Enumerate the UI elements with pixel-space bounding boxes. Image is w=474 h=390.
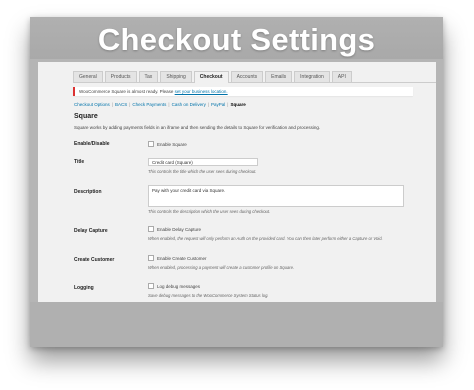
- tab-integration[interactable]: Integration: [294, 71, 330, 82]
- description-textarea[interactable]: Pay with your credit card via Square.: [148, 185, 404, 207]
- tab-accounts[interactable]: Accounts: [230, 71, 264, 82]
- enable-field: Enable Square: [148, 141, 187, 147]
- tab-api[interactable]: API: [331, 71, 352, 82]
- logging-field: Log debug messages: [148, 283, 200, 289]
- delay-hint: When enabled, the request will only perf…: [148, 236, 383, 241]
- subnav-bacs[interactable]: BACS: [115, 102, 127, 107]
- customer-label: Create Customer: [74, 257, 115, 263]
- section-title: Square: [74, 113, 98, 120]
- subnav-square: Square: [230, 102, 246, 107]
- title-input[interactable]: Credit card (Square): [148, 158, 258, 166]
- tab-shipping[interactable]: Shipping: [160, 71, 192, 82]
- description-label: Description: [74, 189, 102, 195]
- tab-tax[interactable]: Tax: [138, 71, 159, 82]
- delay-capture-checkbox[interactable]: [148, 226, 154, 232]
- description-hint: This controls the description which the …: [148, 209, 271, 214]
- log-debug-checkbox[interactable]: [148, 283, 154, 289]
- enable-square-checkbox[interactable]: [148, 141, 154, 147]
- logging-hint: Save debug messages to the WooCommerce S…: [148, 293, 269, 298]
- log-debug-text: Log debug messages: [157, 283, 201, 289]
- settings-panel: General Products Tax Shipping Checkout A…: [38, 62, 436, 302]
- title-label: Title: [74, 159, 85, 165]
- banner-title: Checkout Settings: [97, 22, 376, 57]
- create-customer-checkbox[interactable]: [148, 255, 154, 261]
- delay-capture-text: Enable Delay Capture: [157, 226, 202, 232]
- tab-emails[interactable]: Emails: [265, 71, 293, 82]
- subnav-checkout-options[interactable]: Checkout Options: [74, 102, 110, 107]
- tab-checkout[interactable]: Checkout: [193, 71, 229, 83]
- bottom-strip: [30, 302, 443, 347]
- title-hint: This controls the title which the user s…: [148, 169, 257, 174]
- customer-hint: When enabled, processing a payment will …: [148, 265, 295, 270]
- customer-field: Enable Create Customer: [148, 255, 207, 261]
- logging-label: Logging: [74, 285, 94, 291]
- delay-label: Delay Capture: [74, 228, 108, 234]
- gateway-subnav: Checkout Options | BACS | Check Payments | Cas…: [74, 102, 246, 107]
- notice-text: WooCommerce Square is almost ready. Plea…: [79, 89, 174, 94]
- create-customer-text: Enable Create Customer: [157, 255, 207, 261]
- delay-field: Enable Delay Capture: [148, 226, 201, 232]
- setup-notice: WooCommerce Square is almost ready. Plea…: [73, 87, 413, 96]
- tab-products[interactable]: Products: [104, 71, 137, 82]
- subnav-check-payments[interactable]: Check Payments: [132, 102, 166, 107]
- settings-tabs: General Products Tax Shipping Checkout A…: [73, 70, 436, 83]
- section-description: Square works by adding payments fields i…: [74, 125, 321, 130]
- enable-square-text: Enable Square: [157, 141, 187, 147]
- subnav-paypal[interactable]: PayPal: [211, 102, 225, 107]
- tab-general[interactable]: General: [73, 71, 103, 82]
- enable-label: Enable/Disable: [74, 141, 110, 147]
- subnav-cash-on-delivery[interactable]: Cash on Delivery: [172, 102, 206, 107]
- business-location-link[interactable]: set your business location.: [175, 89, 228, 94]
